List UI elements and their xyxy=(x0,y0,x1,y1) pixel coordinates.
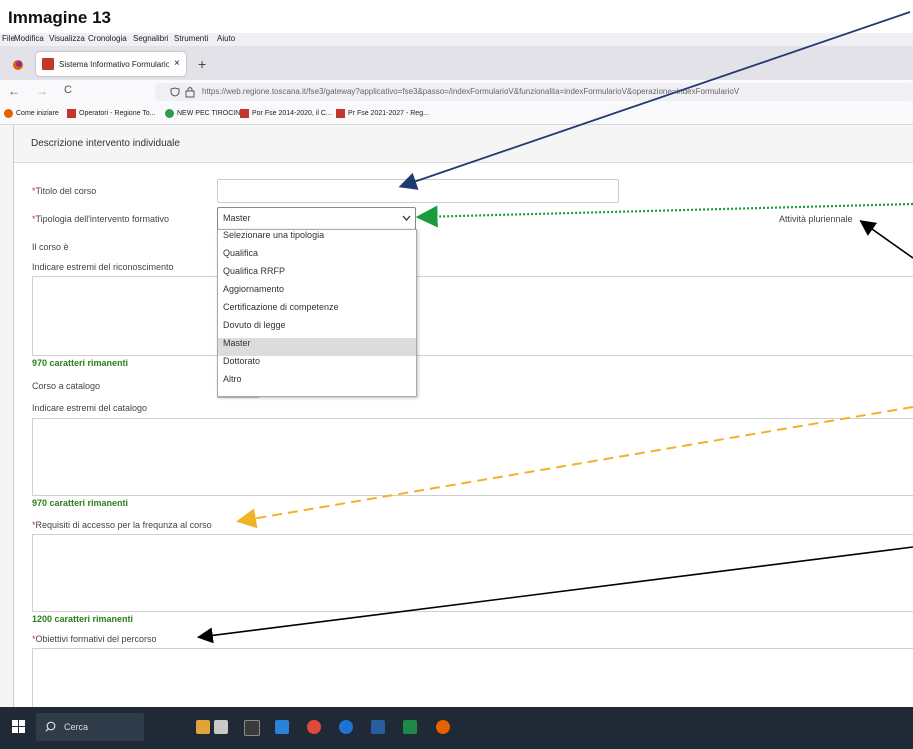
chrome-icon[interactable] xyxy=(307,720,321,734)
estremi-riconoscimento-textarea[interactable] xyxy=(32,276,913,356)
titolo-input[interactable] xyxy=(217,179,619,203)
browser-tab[interactable]: Sistema Informativo Formulario × xyxy=(36,52,186,76)
remaining-chars-2: 970 caratteri rimanenti xyxy=(32,498,129,508)
firefox-icon xyxy=(4,109,13,118)
windows-taskbar: Cerca xyxy=(0,707,913,749)
dropdown-option[interactable]: Dottorato xyxy=(218,356,416,374)
task-view-icon[interactable] xyxy=(244,720,260,736)
menu-aiuto[interactable]: Aiuto xyxy=(217,34,235,43)
new-tab-button[interactable]: + xyxy=(198,56,206,72)
menu-modifica[interactable]: Modifica xyxy=(14,34,44,43)
dropdown-option[interactable]: Qualifica xyxy=(218,248,416,266)
dropdown-option[interactable]: Qualifica RRFP xyxy=(218,266,416,284)
estremi-riconoscimento-label: Indicare estremi del riconoscimento xyxy=(32,262,174,272)
reload-button[interactable]: C xyxy=(64,84,72,96)
remaining-chars-1: 970 caratteri rimanenti xyxy=(32,358,129,368)
tipologia-label-text: Tipologia dell'intervento formativo xyxy=(35,214,169,224)
shield-icon xyxy=(170,87,180,97)
lock-icon xyxy=(185,87,195,98)
url-bar[interactable]: https://web.regione.toscana.it/fse3/gate… xyxy=(155,83,913,101)
corso-e-label: Il corso è xyxy=(32,242,69,252)
weather-icon[interactable] xyxy=(196,720,210,734)
pec-icon xyxy=(165,109,174,118)
regione-toscana-icon xyxy=(42,58,54,70)
bookmark-por-fse[interactable]: Por Fse 2014-2020, il C... xyxy=(252,110,332,117)
form-panel: Descrizione intervento individuale *Tito… xyxy=(13,125,913,726)
bookmark-pr-fse[interactable]: Pr Fse 2021-2027 - Reg... xyxy=(348,110,429,117)
estremi-catalogo-textarea[interactable] xyxy=(32,418,913,496)
tab-close-icon[interactable]: × xyxy=(174,58,180,69)
dropdown-option[interactable]: Dovuto di legge xyxy=(218,320,416,338)
tipologia-select[interactable]: Master xyxy=(217,207,416,230)
widget-icon[interactable] xyxy=(214,720,228,734)
windows-start-icon[interactable] xyxy=(12,720,26,734)
regione-icon xyxy=(336,109,345,118)
attivita-pluriennale-label: Attività pluriennale xyxy=(779,214,853,224)
taskbar-search-box[interactable]: Cerca xyxy=(36,713,144,741)
titolo-label: *Titolo del corso xyxy=(32,186,96,196)
dropdown-option[interactable]: Certificazione di competenze xyxy=(218,302,416,320)
dropdown-option[interactable]: Aggiornamento xyxy=(218,284,416,302)
outlook-icon[interactable] xyxy=(371,720,385,734)
tipologia-selected-value: Master xyxy=(223,213,251,223)
bookmark-come-iniziare[interactable]: Come iniziare xyxy=(16,110,59,117)
firefox-icon[interactable] xyxy=(436,720,450,734)
menu-segnalibri[interactable]: Segnalibri xyxy=(133,34,169,43)
chevron-down-icon xyxy=(402,215,411,221)
search-placeholder: Cerca xyxy=(64,722,89,732)
obiettivi-label-text: Obiettivi formativi del percorso xyxy=(35,634,157,644)
menu-strumenti[interactable]: Strumenti xyxy=(174,34,208,43)
url-text: https://web.regione.toscana.it/fse3/gate… xyxy=(202,87,740,96)
requisiti-label: *Requisiti di accesso per la frequnza al… xyxy=(32,520,212,530)
catalogo-label: Corso a catalogo xyxy=(32,381,101,391)
menu-bar: File Modifica Visualizza Cronologia Segn… xyxy=(0,33,913,46)
menu-file[interactable]: File xyxy=(2,34,15,43)
estremi-catalogo-label: Indicare estremi del catalogo xyxy=(32,403,148,413)
back-button[interactable]: ← xyxy=(8,84,20,98)
regione-icon xyxy=(240,109,249,118)
section-title: Descrizione intervento individuale xyxy=(31,138,180,149)
bookmarks-bar: Come iniziare Operatori - Regione To... … xyxy=(0,104,913,125)
requisiti-label-text: Requisiti di accesso per la frequnza al … xyxy=(35,520,212,530)
bookmark-pec-tirocini[interactable]: NEW PEC TIROCINI xyxy=(177,110,242,117)
dropdown-option[interactable]: Selezionare una tipologia xyxy=(218,230,416,248)
obiettivi-label: *Obiettivi formativi del percorso xyxy=(32,634,157,644)
excel-icon[interactable] xyxy=(403,720,417,734)
panel-header: Descrizione intervento individuale xyxy=(14,125,913,163)
menu-visualizza[interactable]: Visualizza xyxy=(49,34,85,43)
firefox-icon[interactable] xyxy=(13,60,23,70)
search-icon xyxy=(45,721,56,732)
menu-cronologia[interactable]: Cronologia xyxy=(88,34,127,43)
page-content: Descrizione intervento individuale *Tito… xyxy=(0,125,913,726)
internet-explorer-icon[interactable] xyxy=(339,720,353,734)
dropdown-option[interactable]: Master xyxy=(218,338,416,356)
titolo-label-text: Titolo del corso xyxy=(35,186,97,196)
dropdown-option[interactable]: Altro xyxy=(218,374,416,392)
bookmark-operatori[interactable]: Operatori - Regione To... xyxy=(79,110,156,117)
image-caption: Immagine 13 xyxy=(8,8,111,27)
tipologia-dropdown-list: Selezionare una tipologia Qualifica Qualif… xyxy=(217,229,417,397)
forward-button[interactable]: → xyxy=(36,84,48,98)
tab-bar: Sistema Informativo Formulario × + xyxy=(0,46,913,80)
requisiti-textarea[interactable] xyxy=(32,534,913,612)
navigation-bar: ← → C https://web.regione.toscana.it/fse… xyxy=(0,80,913,104)
tab-title: Sistema Informativo Formulario xyxy=(59,60,169,69)
remaining-chars-3: 1200 caratteri rimanenti xyxy=(32,614,134,624)
tipologia-label: *Tipologia dell'intervento formativo xyxy=(32,214,169,224)
regione-icon xyxy=(67,109,76,118)
file-explorer-icon[interactable] xyxy=(275,720,289,734)
